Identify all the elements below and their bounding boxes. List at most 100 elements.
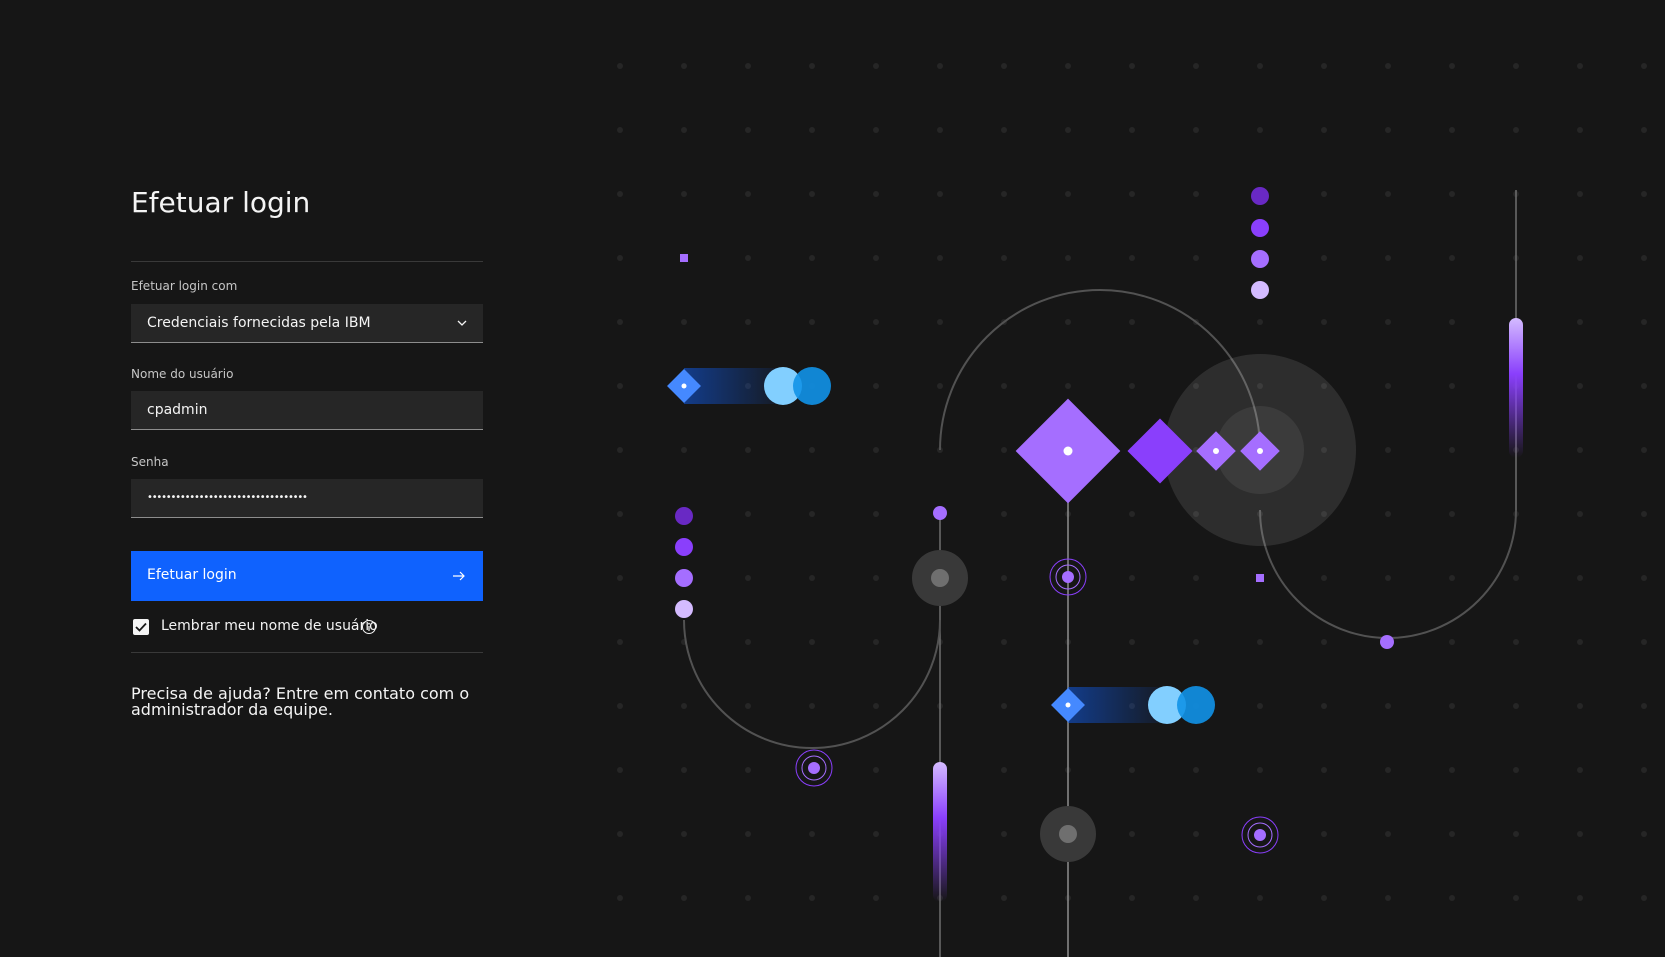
grid-dot	[873, 575, 879, 581]
grid-dot	[1193, 767, 1199, 773]
grid-dot	[1385, 831, 1391, 837]
grid-dot	[1577, 63, 1583, 69]
grid-dot	[745, 511, 751, 517]
bar	[1509, 318, 1523, 458]
grid-dot	[745, 447, 751, 453]
grid-dot	[617, 383, 623, 389]
grid-dot	[1641, 383, 1647, 389]
grid-dot	[1641, 127, 1647, 133]
grid-dot	[1001, 63, 1007, 69]
grid-dot	[809, 255, 815, 261]
grid-dot	[809, 831, 815, 837]
grid-dot	[937, 255, 943, 261]
grid-dot	[745, 703, 751, 709]
grid-dot	[809, 63, 815, 69]
grid-dot	[681, 63, 687, 69]
grid-dot	[1129, 895, 1135, 901]
dot	[1251, 250, 1269, 268]
grid-dot	[1385, 575, 1391, 581]
grid-dot	[1577, 767, 1583, 773]
login-method-label: Efetuar login com	[131, 279, 238, 293]
divider	[131, 261, 483, 262]
grid-dot	[873, 319, 879, 325]
bar	[933, 762, 947, 902]
grid-dot	[1577, 127, 1583, 133]
grid-dot	[1129, 639, 1135, 645]
dot	[675, 600, 693, 618]
grid-dot	[873, 511, 879, 517]
grid-dot	[1129, 319, 1135, 325]
grid-dot	[1449, 511, 1455, 517]
dot	[933, 506, 947, 520]
grid-dot	[1641, 511, 1647, 517]
grid-dot	[1641, 767, 1647, 773]
grid-dot	[617, 191, 623, 197]
grid-dot	[1257, 63, 1263, 69]
grid-dot	[745, 575, 751, 581]
grid-dot	[1449, 255, 1455, 261]
info-icon[interactable]	[361, 619, 377, 635]
grid-dot	[809, 127, 815, 133]
grid-dot	[809, 511, 815, 517]
grid-dot	[1193, 127, 1199, 133]
username-input[interactable]: cpadmin	[131, 391, 483, 430]
grid-dot	[1385, 127, 1391, 133]
grid-dot	[1385, 383, 1391, 389]
login-button[interactable]: Efetuar login	[131, 551, 483, 601]
grid-dot	[1449, 383, 1455, 389]
grid-dot	[1321, 703, 1327, 709]
remember-checkbox[interactable]	[133, 619, 149, 635]
grid-dot	[873, 63, 879, 69]
grid-dot	[745, 63, 751, 69]
grid-dot	[1577, 255, 1583, 261]
grid-dot	[1641, 63, 1647, 69]
grid-dot	[1513, 63, 1519, 69]
grid-dot	[1577, 191, 1583, 197]
grid-dot	[937, 63, 943, 69]
grid-dot	[617, 703, 623, 709]
grid-dot	[745, 319, 751, 325]
grid-dot	[1001, 895, 1007, 901]
grid-dot	[1065, 383, 1071, 389]
grid-dot	[745, 127, 751, 133]
grid-dot	[1193, 191, 1199, 197]
grid-dot	[1641, 831, 1647, 837]
login-method-select[interactable]: Credenciais fornecidas pela IBM	[131, 304, 483, 343]
grid-dot	[1641, 895, 1647, 901]
login-button-label: Efetuar login	[147, 567, 237, 583]
grid-dot	[1193, 831, 1199, 837]
grid-dot	[1001, 191, 1007, 197]
grid-dot	[1577, 703, 1583, 709]
password-input[interactable]: ••••••••••••••••••••••••••••••••••	[131, 479, 483, 518]
grid-dot	[1385, 255, 1391, 261]
grid-dot	[617, 831, 623, 837]
grid-dot	[1385, 767, 1391, 773]
grid-dot	[1321, 191, 1327, 197]
target-node	[795, 749, 833, 787]
grid-dot	[1641, 319, 1647, 325]
node	[1256, 574, 1264, 582]
dot	[675, 538, 693, 556]
grid-dot	[873, 895, 879, 901]
grid-dot	[873, 255, 879, 261]
grid-dot	[1129, 191, 1135, 197]
grid-dot	[1449, 191, 1455, 197]
remember-label: Lembrar meu nome de usuário	[161, 618, 378, 634]
grid-dot	[1001, 639, 1007, 645]
grid-dot	[681, 703, 687, 709]
grid-dot	[1321, 319, 1327, 325]
grid-dot	[809, 447, 815, 453]
grid-dot	[1641, 447, 1647, 453]
grid-dot	[1385, 63, 1391, 69]
grid-dot	[1065, 191, 1071, 197]
grid-dot	[1385, 447, 1391, 453]
dot	[675, 507, 693, 525]
grid-dot	[681, 767, 687, 773]
node	[680, 254, 688, 262]
grid-dot	[1449, 127, 1455, 133]
grid-dot	[1321, 767, 1327, 773]
grid-dot	[1129, 575, 1135, 581]
grid-dot	[1513, 703, 1519, 709]
grid-dot	[809, 703, 815, 709]
username-label: Nome do usuário	[131, 367, 234, 381]
